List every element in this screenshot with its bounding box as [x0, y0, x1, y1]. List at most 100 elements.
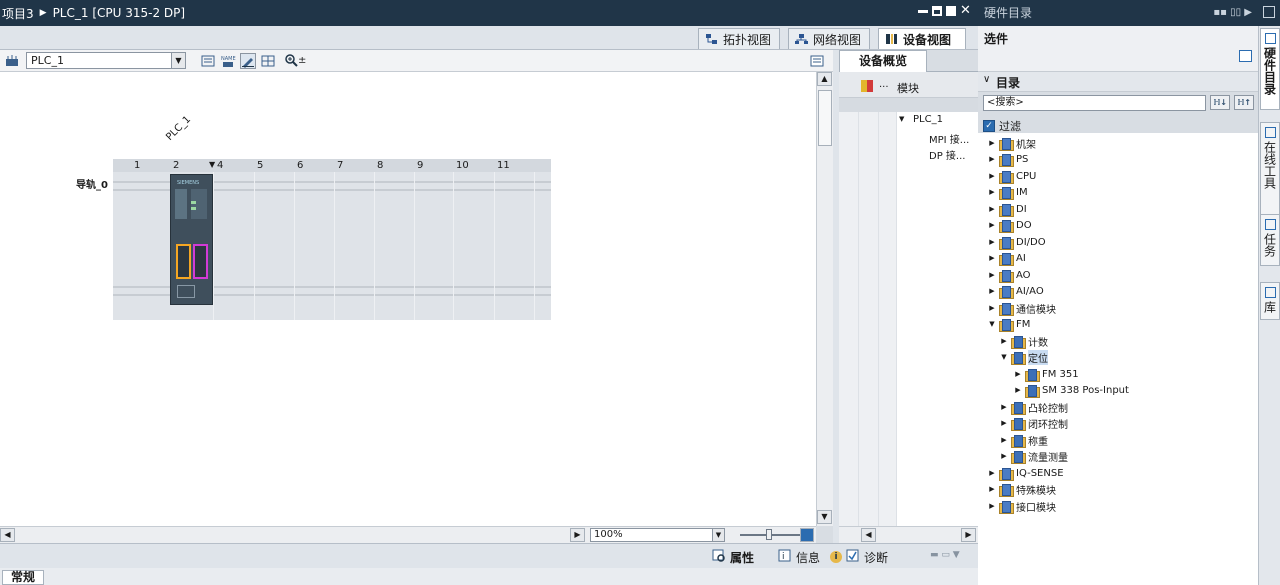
scroll-left-icon[interactable]: ◀ — [0, 528, 15, 542]
fit-view-icon[interactable] — [800, 528, 814, 542]
tab-properties[interactable]: 属性 — [712, 548, 754, 566]
tree-collapsed-icon[interactable]: ▶ — [988, 188, 996, 196]
tree-item[interactable]: ▶ FM 351 — [1014, 366, 1079, 382]
chevron-down-icon[interactable]: ▼ — [712, 529, 724, 541]
device-overview-table[interactable]: ... 模块 ▼ PLC_1 MPI 接... DP 接... — [839, 72, 978, 526]
options-expand-icon[interactable] — [1239, 50, 1252, 62]
overview-row-plc[interactable]: PLC_1 — [913, 114, 943, 125]
search-prev-icon[interactable]: ℍ↑ — [1234, 95, 1254, 110]
tree-item[interactable]: ▶ DI — [988, 201, 1027, 217]
tab-hardware-catalog[interactable]: 硬件目录 — [1260, 28, 1280, 110]
float-window-icon[interactable] — [932, 6, 942, 16]
tree-item[interactable]: ▶ 称重 — [1000, 432, 1048, 448]
canvas-horizontal-scrollbar[interactable]: ◀ ▶ 100% ▼ — [0, 526, 816, 543]
tree-collapsed-icon[interactable]: ▶ — [1014, 370, 1022, 378]
catalog-section-header[interactable]: ∨ 目录 — [978, 72, 1258, 92]
tree-collapsed-icon[interactable]: ▶ — [988, 254, 996, 262]
overview-row-mpi[interactable]: MPI 接... — [929, 131, 969, 146]
overview-selected-row[interactable] — [839, 98, 978, 112]
maximize-icon[interactable] — [946, 6, 956, 16]
tree-collapsed-icon[interactable]: ▶ — [1000, 337, 1008, 345]
mpi-interface-port[interactable] — [176, 244, 191, 279]
tree-collapsed-icon[interactable]: ▶ — [988, 485, 996, 493]
panel-controls-icon[interactable]: ▬ ▭ ▼ — [930, 550, 960, 560]
chevron-down-icon[interactable]: ▼ — [171, 53, 185, 68]
tree-collapsed-icon[interactable]: ▶ — [988, 172, 996, 180]
filter-signal-icon[interactable] — [861, 80, 873, 92]
overview-col-dots[interactable]: ... — [879, 79, 889, 90]
tree-item-selected[interactable]: ▼ 定位 — [1000, 349, 1048, 365]
tab-diagnostics[interactable]: i 诊断 — [830, 548, 888, 566]
tree-item[interactable]: ▶ AO — [988, 267, 1031, 283]
zoom-slider-knob[interactable] — [766, 529, 772, 540]
tree-item[interactable]: ▶ DI/DO — [988, 234, 1046, 250]
tab-info[interactable]: i 信息 — [778, 548, 820, 566]
tree-item[interactable]: ▶ IM — [988, 184, 1028, 200]
scroll-up-icon[interactable]: ▲ — [817, 72, 832, 86]
tree-item[interactable]: ▶ CPU — [988, 168, 1036, 184]
cpu-module[interactable]: SIEMENS — [170, 174, 213, 305]
tree-item[interactable]: ▶ 计数 — [1000, 333, 1048, 349]
tree-item[interactable]: ▶ DO — [988, 217, 1032, 233]
tree-item[interactable]: ▶ 流量测量 — [1000, 448, 1068, 464]
tree-collapsed-icon[interactable]: ▶ — [988, 205, 996, 213]
tab-topology-view[interactable]: 拓扑视图 — [698, 28, 780, 49]
tab-network-view[interactable]: 网络视图 — [788, 28, 870, 49]
tree-item[interactable]: ▶ 闭环控制 — [1000, 415, 1068, 431]
tab-tasks[interactable]: 任务 — [1260, 214, 1280, 266]
task-cards-icon[interactable] — [1263, 6, 1275, 18]
tree-collapsed-icon[interactable]: ▶ — [988, 287, 996, 295]
show-module-labels-icon[interactable] — [200, 53, 216, 69]
close-icon[interactable]: ✕ — [960, 4, 972, 17]
tree-collapsed-icon[interactable]: ▶ — [1000, 403, 1008, 411]
project-name[interactable]: 项目3 — [2, 5, 34, 22]
canvas-vertical-scrollbar[interactable]: ▲ ▼ — [816, 72, 833, 526]
tree-item[interactable]: ▶ 机架 — [988, 135, 1036, 151]
draw-tool-icon[interactable] — [240, 52, 256, 69]
scroll-right-icon[interactable]: ▶ — [570, 528, 585, 542]
tree-item[interactable]: ▼ FM — [988, 316, 1030, 332]
tree-item[interactable]: ▶ PS — [988, 151, 1028, 167]
checkbox-checked-icon[interactable]: ✓ — [983, 120, 995, 132]
filter-checkbox[interactable]: ✓ 过滤 — [983, 118, 1021, 134]
tree-collapsed-icon[interactable]: ▶ — [1000, 452, 1008, 460]
tab-libraries[interactable]: 库 — [1260, 282, 1280, 320]
catalog-search-input[interactable]: <搜索> — [983, 95, 1206, 111]
tree-collapsed-icon[interactable]: ▶ — [988, 469, 996, 477]
tree-collapsed-icon[interactable]: ▶ — [1000, 436, 1008, 444]
tree-expand-icon[interactable]: ▼ — [899, 115, 904, 123]
tree-item[interactable]: ▶ SM 338 Pos-Input — [1014, 382, 1129, 398]
tree-collapsed-icon[interactable]: ▶ — [1014, 386, 1022, 394]
tree-collapsed-icon[interactable]: ▶ — [988, 238, 996, 246]
zoom-toggle-icon[interactable]: ± — [298, 55, 306, 66]
tree-item[interactable]: ▶ 特殊模块 — [988, 481, 1056, 497]
tree-collapsed-icon[interactable]: ▶ — [1000, 419, 1008, 427]
device-select-dropdown[interactable]: PLC_1 ▼ — [26, 52, 186, 69]
tree-item[interactable]: ▶ AI/AO — [988, 283, 1044, 299]
tab-general[interactable]: 常规 — [2, 570, 45, 585]
panel-pin-controls-icon[interactable]: ▪▪ ▯▯ ▶ — [1213, 0, 1252, 26]
tree-item[interactable]: ▶ IQ-SENSE — [988, 465, 1064, 481]
scroll-left-icon[interactable]: ◀ — [861, 528, 876, 542]
tree-collapsed-icon[interactable]: ▶ — [988, 221, 996, 229]
overview-row-dp[interactable]: DP 接... — [929, 147, 965, 162]
overview-horizontal-scrollbar[interactable]: ◀ ▶ — [839, 526, 978, 543]
scroll-thumb[interactable] — [818, 90, 832, 146]
device-name[interactable]: PLC_1 [CPU 315-2 DP] — [53, 6, 186, 20]
tree-expanded-icon[interactable]: ▼ — [1000, 353, 1008, 361]
tree-collapsed-icon[interactable]: ▶ — [988, 271, 996, 279]
show-overview-icon[interactable] — [809, 53, 825, 69]
tab-device-view[interactable]: 设备视图 — [878, 28, 966, 49]
tree-collapsed-icon[interactable]: ▶ — [988, 502, 996, 510]
catalog-tree[interactable]: ▶ 机架 ▶ PS ▶ CPU ▶ IM ▶ DI ▶ DO ▶ DI/DO ▶ AI ▶ AO … — [978, 133, 1258, 585]
grid-layout-icon[interactable] — [260, 53, 276, 69]
tree-item[interactable]: ▶ 凸轮控制 — [1000, 399, 1068, 415]
device-properties-icon[interactable] — [4, 53, 20, 69]
tab-online-tools[interactable]: 在线工具 — [1260, 122, 1280, 222]
tab-device-overview[interactable]: 设备概览 — [839, 50, 927, 72]
scroll-down-icon[interactable]: ▼ — [817, 510, 832, 524]
tree-collapsed-icon[interactable]: ▶ — [988, 304, 996, 312]
tree-item[interactable]: ▶ AI — [988, 250, 1026, 266]
zoom-level-dropdown[interactable]: 100% ▼ — [590, 528, 725, 542]
tree-item[interactable]: ▶ 通信模块 — [988, 300, 1056, 316]
